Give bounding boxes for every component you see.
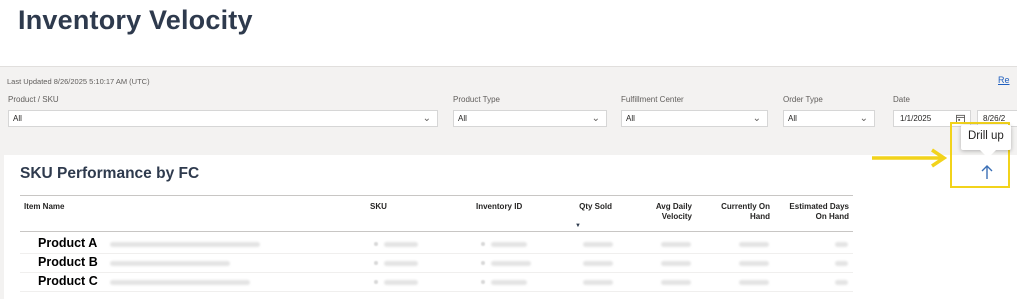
redacted-text <box>835 280 848 285</box>
redacted-icon <box>374 261 378 265</box>
column-header-estimated-days-on-hand[interactable]: Estimated Days On Hand <box>770 202 849 222</box>
arrow-up-icon <box>981 165 993 179</box>
report-area: Last Updated 8/26/2025 5:10:17 AM (UTC) … <box>0 66 1017 299</box>
column-header-qty-sold[interactable]: Qty Sold <box>560 202 612 212</box>
redacted-text <box>491 261 531 266</box>
item-name-cell: Product A <box>38 236 98 250</box>
chevron-down-icon: ⌄ <box>859 113 868 124</box>
column-header-currently-on-hand[interactable]: Currently On Hand <box>700 202 770 222</box>
drill-up-button[interactable] <box>979 163 995 181</box>
redacted-icon <box>481 242 485 246</box>
table-row[interactable]: Product C <box>20 273 853 292</box>
redacted-text <box>583 242 613 247</box>
redacted-text <box>583 280 613 285</box>
order-type-slicer: Order Type All ⌄ <box>783 94 875 127</box>
sku-performance-table: Item Name SKU Inventory ID Qty Sold Avg … <box>20 195 853 299</box>
redacted-icon <box>374 242 378 246</box>
slicer-value: All <box>626 114 635 123</box>
tooltip-text: Drill up <box>968 130 1004 142</box>
tooltip-tail <box>980 150 996 158</box>
slicer-label: Fulfillment Center <box>621 95 684 104</box>
redacted-text <box>835 242 848 247</box>
product-type-dropdown[interactable]: All ⌄ <box>453 110 607 127</box>
redacted-text <box>110 261 230 266</box>
product-sku-slicer: Product / SKU All ⌄ <box>8 94 438 127</box>
item-name-cell: Product B <box>38 255 98 269</box>
redacted-text <box>384 280 418 285</box>
annotation-arrow <box>872 148 948 168</box>
slicer-label: Order Type <box>783 95 823 104</box>
sku-performance-visual: SKU Performance by FC Item Name SKU Inve… <box>4 155 1017 299</box>
redacted-icon <box>481 261 485 265</box>
table-row[interactable]: Product A <box>20 235 853 254</box>
slicer-label: Date <box>893 95 910 104</box>
redacted-text <box>661 242 691 247</box>
redacted-text <box>739 280 769 285</box>
product-sku-dropdown[interactable]: All ⌄ <box>8 110 438 127</box>
date-start-value: 1/1/2025 <box>900 114 932 123</box>
column-header-avg-daily-velocity[interactable]: Avg Daily Velocity <box>640 202 692 222</box>
chevron-down-icon: ⌄ <box>422 113 431 124</box>
visual-title: SKU Performance by FC <box>20 165 200 182</box>
reset-link[interactable]: Re <box>998 75 1010 85</box>
redacted-text <box>583 261 613 266</box>
column-header-item-name[interactable]: Item Name <box>24 202 64 212</box>
product-type-slicer: Product Type All ⌄ <box>453 94 607 127</box>
redacted-text <box>384 242 418 247</box>
redacted-text <box>110 280 250 285</box>
fulfillment-center-slicer: Fulfillment Center All ⌄ <box>621 94 768 127</box>
redacted-text <box>661 280 691 285</box>
redacted-text <box>384 261 418 266</box>
sort-descending-icon: ▼ <box>575 223 581 229</box>
chevron-down-icon: ⌄ <box>591 113 600 124</box>
redacted-text <box>661 261 691 266</box>
chevron-down-icon: ⌄ <box>752 113 761 124</box>
redacted-text <box>835 261 848 266</box>
redacted-text <box>739 242 769 247</box>
slicer-value: All <box>13 114 22 123</box>
item-name-cell: Product C <box>38 274 98 288</box>
slicer-value: All <box>458 114 467 123</box>
last-updated-text: Last Updated 8/26/2025 5:10:17 AM (UTC) <box>7 77 150 86</box>
slicer-label: Product Type <box>453 95 500 104</box>
column-header-inventory-id[interactable]: Inventory ID <box>476 202 522 212</box>
slicer-value: All <box>788 114 797 123</box>
redacted-icon <box>374 280 378 284</box>
table-row[interactable]: Product B <box>20 254 853 273</box>
redacted-text <box>491 280 527 285</box>
drill-up-tooltip: Drill up <box>961 125 1011 150</box>
fulfillment-center-dropdown[interactable]: All ⌄ <box>621 110 768 127</box>
table-header: Item Name SKU Inventory ID Qty Sold Avg … <box>20 195 853 232</box>
order-type-dropdown[interactable]: All ⌄ <box>783 110 875 127</box>
redacted-text <box>491 242 527 247</box>
redacted-text <box>110 242 260 247</box>
column-header-sku[interactable]: SKU <box>370 202 387 212</box>
redacted-icon <box>481 280 485 284</box>
redacted-text <box>739 261 769 266</box>
page-title: Inventory Velocity <box>18 5 253 35</box>
slicer-label: Product / SKU <box>8 95 59 104</box>
